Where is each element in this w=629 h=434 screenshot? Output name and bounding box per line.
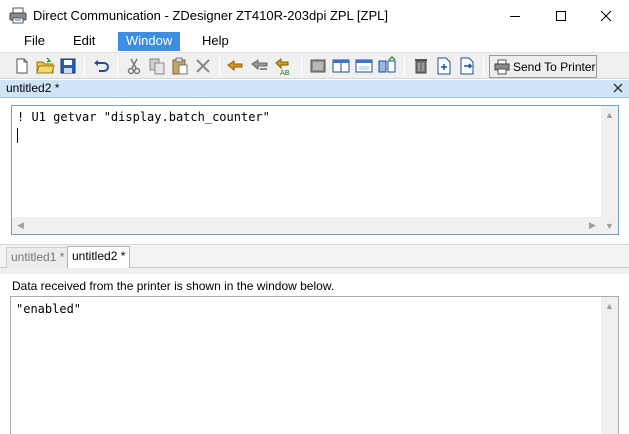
menu-file[interactable]: File <box>16 32 53 51</box>
command-text: ! U1 getvar "display.batch_counter" <box>17 110 270 124</box>
scroll-up-icon[interactable]: ▲ <box>601 106 618 123</box>
menu-window[interactable]: Window <box>118 32 180 51</box>
replace-icon[interactable]: AB <box>274 56 294 76</box>
editor-vertical-scrollbar[interactable]: ▲ ▼ <box>601 106 618 234</box>
document-title: untitled2 * <box>6 81 60 95</box>
layout-3-icon[interactable] <box>354 56 374 76</box>
close-document-icon[interactable] <box>612 82 624 94</box>
send-to-printer-button[interactable]: Send To Printer <box>489 55 597 78</box>
output-vertical-scrollbar[interactable]: ▲ <box>601 297 618 434</box>
document-header: untitled2 * <box>0 80 629 98</box>
send-to-printer-label: Send To Printer <box>513 59 596 74</box>
menu-help[interactable]: Help <box>194 32 237 51</box>
delete-icon[interactable] <box>193 56 213 76</box>
tab-untitled2[interactable]: untitled2 * <box>67 246 131 269</box>
find-next-icon[interactable] <box>250 56 270 76</box>
text-caret <box>17 128 18 143</box>
printer-icon <box>9 7 27 24</box>
close-icon <box>600 10 612 21</box>
title-bar: Direct Communication - ZDesigner ZT410R-… <box>0 0 629 31</box>
layout-4-icon[interactable] <box>377 56 397 76</box>
copy-icon[interactable] <box>147 56 167 76</box>
printer-response-pane[interactable]: "enabled" ▲ <box>10 296 619 434</box>
minimize-button[interactable] <box>492 0 538 31</box>
minimize-icon <box>510 15 520 17</box>
output-label: Data received from the printer is shown … <box>12 279 335 293</box>
paste-icon[interactable] <box>170 56 190 76</box>
document-tabs: untitled1 * untitled2 * <box>0 244 629 269</box>
export-icon[interactable] <box>457 56 477 76</box>
save-icon[interactable] <box>58 56 78 76</box>
undo-icon[interactable] <box>91 56 111 76</box>
import-icon[interactable] <box>434 56 454 76</box>
scroll-left-icon[interactable]: ◀ <box>12 217 29 234</box>
output-scroll-up-icon[interactable]: ▲ <box>601 297 618 314</box>
cut-icon[interactable] <box>124 56 144 76</box>
clear-icon[interactable] <box>411 56 431 76</box>
maximize-icon <box>556 10 566 21</box>
layout-2-icon[interactable] <box>331 56 351 76</box>
tab-untitled1[interactable]: untitled1 * <box>6 247 70 268</box>
new-icon[interactable] <box>12 56 32 76</box>
toolbar: AB Send To Printer <box>0 52 629 79</box>
maximize-button[interactable] <box>538 0 584 31</box>
open-icon[interactable] <box>35 56 55 76</box>
command-editor[interactable]: ! U1 getvar "display.batch_counter" ▲ ▼ … <box>11 105 619 235</box>
menu-edit[interactable]: Edit <box>65 32 103 51</box>
svg-text:AB: AB <box>280 69 290 76</box>
printer-response-text: "enabled" <box>16 302 82 316</box>
scroll-right-icon[interactable]: ▶ <box>584 217 601 234</box>
close-button[interactable] <box>583 0 629 31</box>
layout-1-icon[interactable] <box>308 56 328 76</box>
find-icon[interactable] <box>226 56 246 76</box>
window-title: Direct Communication - ZDesigner ZT410R-… <box>33 8 388 23</box>
send-to-printer-icon <box>494 59 510 74</box>
scroll-down-icon[interactable]: ▼ <box>601 217 618 234</box>
pane-splitter[interactable] <box>0 268 629 274</box>
editor-horizontal-scrollbar[interactable]: ◀ ▶ <box>12 217 601 234</box>
menu-bar: File Edit Window Help <box>0 31 629 51</box>
